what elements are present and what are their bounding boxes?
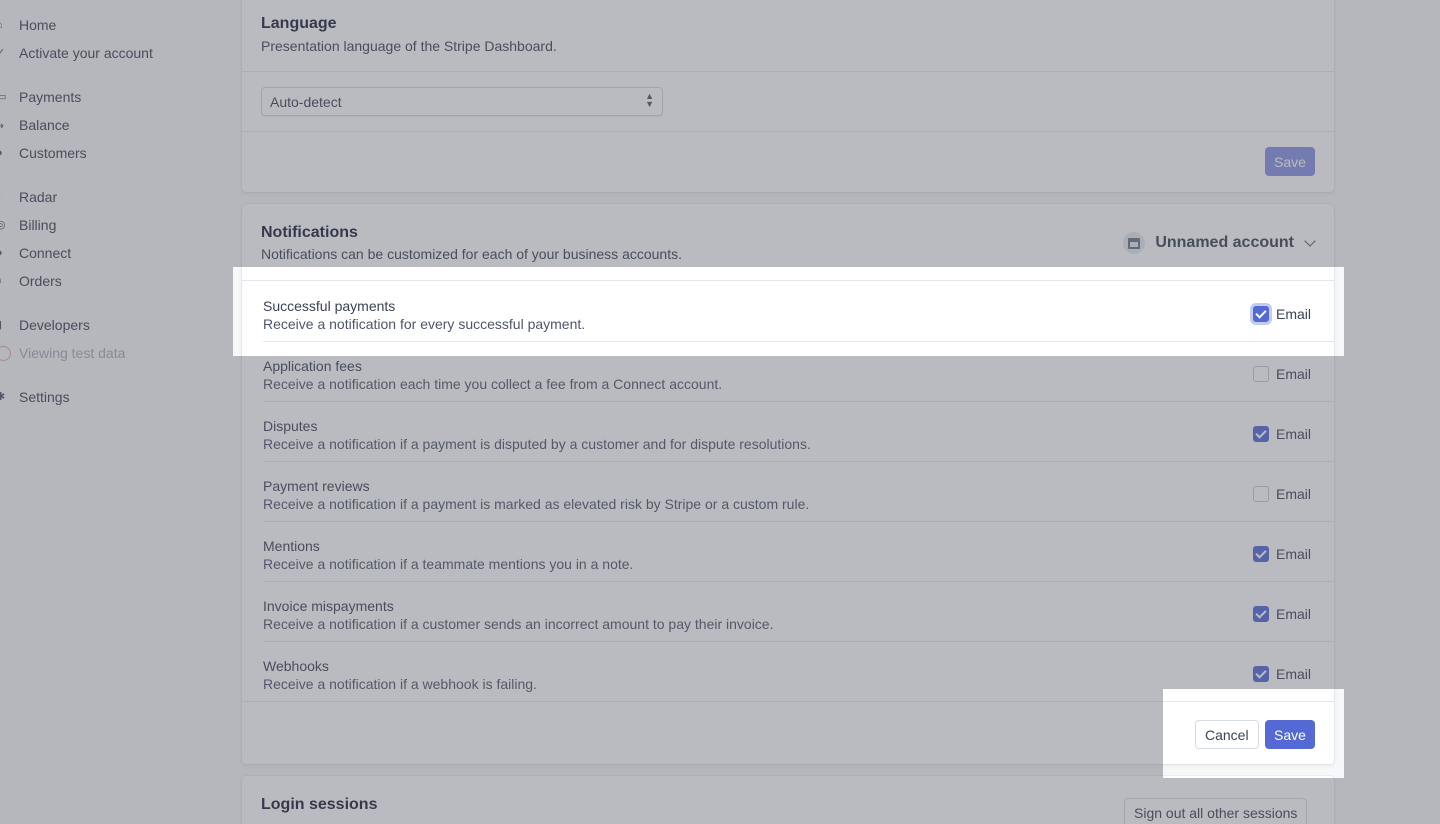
- language-subtitle: Presentation language of the Stripe Dash…: [261, 38, 557, 54]
- row-description: Receive a notification each time you col…: [263, 376, 723, 392]
- gear-icon: ✱: [0, 391, 6, 403]
- row-description: Receive a notification if a payment is m…: [263, 496, 810, 512]
- email-label[interactable]: Email: [1276, 306, 1311, 322]
- language-card: Language Presentation language of the St…: [242, 0, 1334, 192]
- email-checkbox[interactable]: [1253, 366, 1269, 382]
- developers-icon: ▮: [0, 319, 6, 331]
- notifications-subtitle: Notifications can be customized for each…: [261, 246, 682, 262]
- sidebar-item-label: Radar: [19, 189, 58, 205]
- email-checkbox[interactable]: [1253, 306, 1269, 322]
- overlay-dim: [1344, 689, 1440, 778]
- radar-icon: ◐: [0, 191, 6, 203]
- row-title: Webhooks: [263, 658, 329, 674]
- divider: [242, 71, 1334, 72]
- divider: [242, 280, 1334, 281]
- email-label[interactable]: Email: [1276, 366, 1311, 382]
- row-description: Receive a notification for every success…: [263, 316, 586, 332]
- notification-row: Disputes Receive a notification if a pay…: [242, 402, 1334, 462]
- email-label[interactable]: Email: [1276, 486, 1311, 502]
- divider: [242, 131, 1334, 132]
- language-title: Language: [261, 15, 337, 32]
- email-checkbox[interactable]: [1253, 666, 1269, 682]
- login-sessions-subtitle: [261, 818, 521, 824]
- select-arrows-icon: ▲ ▼: [645, 91, 654, 109]
- sidebar-item-label: Billing: [19, 217, 57, 233]
- check-icon: ✓: [0, 47, 6, 59]
- sign-out-sessions-button[interactable]: Sign out all other sessions: [1124, 798, 1308, 824]
- notification-row: Invoice mispayments Receive a notificati…: [242, 582, 1334, 642]
- sidebar-item-label: Viewing test data: [19, 345, 126, 361]
- email-checkbox[interactable]: [1253, 606, 1269, 622]
- email-label[interactable]: Email: [1276, 606, 1311, 622]
- row-title: Mentions: [263, 538, 320, 554]
- row-description: Receive a notification if a teammate men…: [263, 556, 634, 572]
- email-label[interactable]: Email: [1276, 546, 1311, 562]
- row-description: Receive a notification if a webhook is f…: [263, 676, 537, 692]
- row-title: Disputes: [263, 418, 318, 434]
- notifications-title: Notifications: [261, 224, 358, 241]
- row-description: Receive a notification if a payment is d…: [263, 436, 811, 452]
- cancel-button[interactable]: Cancel: [1195, 720, 1259, 749]
- connect-icon: ●: [0, 247, 6, 259]
- toggle-icon: [0, 346, 11, 361]
- login-sessions-title: Login sessions: [261, 796, 378, 813]
- overlay-dim: [1344, 267, 1440, 356]
- email-checkbox[interactable]: [1253, 546, 1269, 562]
- email-checkbox[interactable]: [1253, 426, 1269, 442]
- store-icon: [1123, 232, 1146, 254]
- sidebar-item-label: Orders: [19, 273, 62, 289]
- balance-icon: ↳: [0, 119, 6, 131]
- language-select-value: Auto-detect: [270, 94, 342, 110]
- notification-row: Application fees Receive a notification …: [242, 342, 1334, 402]
- language-select[interactable]: Auto-detect ▲ ▼: [261, 87, 663, 116]
- sidebar-item-label: Developers: [19, 317, 90, 333]
- notifications-card: Notifications Notifications can be custo…: [242, 204, 1334, 764]
- sidebar-item-label: Home: [19, 17, 57, 33]
- login-sessions-card: Login sessions Sign out all other sessio…: [242, 776, 1334, 824]
- row-divider: [242, 701, 1334, 702]
- notification-row: Payment reviews Receive a notification i…: [242, 462, 1334, 522]
- language-save-button[interactable]: Save: [1265, 147, 1315, 176]
- account-name: Unnamed account: [1155, 234, 1294, 251]
- row-title: Invoice mispayments: [263, 598, 394, 614]
- row-title: Application fees: [263, 358, 362, 374]
- orders-icon: ◖: [0, 275, 6, 287]
- email-label[interactable]: Email: [1276, 426, 1311, 442]
- sidebar: ⌂ Home ✓ Activate your account ▭ Payment…: [0, 0, 232, 824]
- row-description: Receive a notification if a customer sen…: [263, 616, 774, 632]
- sidebar-item-label: Payments: [19, 89, 82, 105]
- email-label[interactable]: Email: [1276, 666, 1311, 682]
- home-icon: ⌂: [0, 19, 6, 31]
- email-checkbox[interactable]: [1253, 486, 1269, 502]
- billing-icon: ◎: [0, 219, 6, 231]
- notification-row: Webhooks Receive a notification if a web…: [242, 642, 1334, 702]
- customers-icon: ●: [0, 147, 6, 159]
- sidebar-item-label: Activate your account: [19, 45, 153, 61]
- notification-row: Successful payments Receive a notificati…: [242, 282, 1334, 342]
- sidebar-item-label: Customers: [19, 145, 87, 161]
- sidebar-item-label: Settings: [19, 389, 70, 405]
- notification-row: Mentions Receive a notification if a tea…: [242, 522, 1334, 582]
- row-title: Successful payments: [263, 298, 396, 314]
- row-title: Payment reviews: [263, 478, 370, 494]
- sidebar-item-label: Balance: [19, 117, 70, 133]
- notifications-save-button[interactable]: Save: [1265, 720, 1315, 749]
- chevron-down-icon: [1304, 235, 1316, 247]
- sidebar-item-label: Connect: [19, 245, 72, 261]
- account-switcher[interactable]: Unnamed account: [1123, 232, 1316, 254]
- card-icon: ▭: [0, 91, 7, 103]
